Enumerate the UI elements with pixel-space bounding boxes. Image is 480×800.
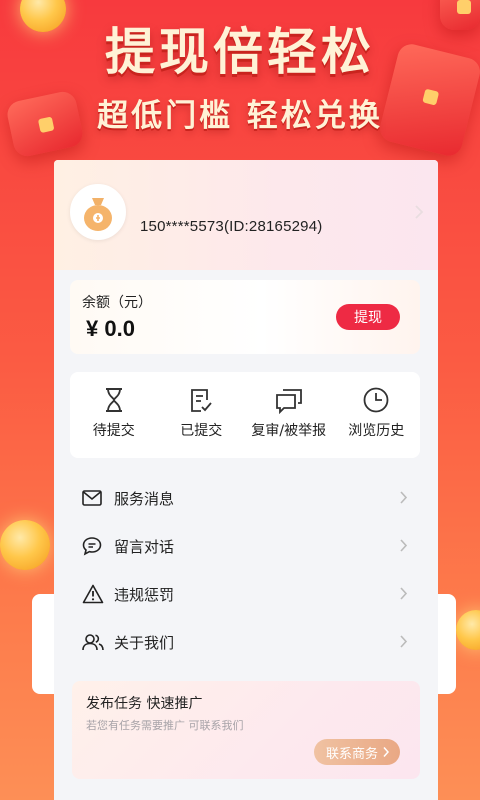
chevron-right-icon: [399, 538, 408, 553]
promo-banner: 发布任务 快速推广 若您有任务需要推广 可联系我们 联系商务: [72, 681, 420, 779]
menu-item-label: 留言对话: [114, 537, 175, 556]
quick-action-pending[interactable]: 待提交: [70, 372, 158, 458]
profile-header[interactable]: 150****5573(ID:28165294): [54, 160, 438, 270]
hero-title: 提现倍轻松: [105, 23, 375, 81]
coin-decoration: [0, 520, 50, 570]
quick-action-label: 已提交: [180, 423, 223, 439]
mail-icon: [82, 490, 108, 506]
quick-action-label: 浏览历史: [348, 423, 405, 439]
user-id: 150****5573(ID:28165294): [140, 218, 323, 235]
promo-title: 发布任务 快速推广: [86, 696, 203, 712]
menu-item-service-messages[interactable]: 服务消息: [70, 474, 420, 522]
hero-subtitle: 超低门槛 轻松兑换: [97, 98, 383, 134]
menu-item-label: 违规惩罚: [114, 585, 175, 604]
money-bag-icon: [80, 192, 116, 232]
chevron-right-icon: [399, 586, 408, 601]
contact-business-label: 联系商务: [325, 745, 378, 761]
menu-list: 服务消息 留言对话 违规惩罚 关于我们: [70, 474, 420, 666]
quick-action-submitted[interactable]: 已提交: [158, 372, 246, 458]
submitted-doc-icon: [187, 386, 215, 414]
quick-action-review[interactable]: 复审/被举报: [245, 372, 333, 458]
menu-item-label: 关于我们: [114, 633, 175, 652]
menu-item-label: 服务消息: [114, 489, 175, 508]
coin-decoration: [456, 610, 480, 650]
chat-bubbles-icon: [274, 386, 304, 414]
warning-icon: [82, 584, 108, 604]
chevron-right-icon[interactable]: [414, 204, 424, 220]
chevron-right-icon: [399, 490, 408, 505]
menu-item-penalties[interactable]: 违规惩罚: [70, 570, 420, 618]
balance-panel: 余额（元） ¥ 0.0 提现: [70, 280, 420, 354]
users-icon: [82, 633, 108, 651]
quick-actions: 待提交 已提交 复审/被举报 浏览历史: [70, 372, 420, 458]
quick-action-label: 复审/被举报: [251, 423, 327, 439]
balance-label: 余额（元）: [82, 295, 152, 311]
avatar[interactable]: [70, 184, 126, 240]
menu-item-messages[interactable]: 留言对话: [70, 522, 420, 570]
message-icon: [82, 536, 108, 556]
quick-action-label: 待提交: [92, 423, 135, 439]
chevron-right-icon: [382, 746, 390, 758]
menu-item-about-us[interactable]: 关于我们: [70, 618, 420, 666]
promo-description: 若您有任务需要推广 可联系我们: [86, 719, 244, 732]
chevron-right-icon: [399, 634, 408, 649]
profile-card: 150****5573(ID:28165294) 余额（元） ¥ 0.0 提现 …: [54, 160, 438, 800]
clock-icon: [362, 386, 390, 414]
balance-value: ¥ 0.0: [86, 316, 135, 341]
contact-business-button[interactable]: 联系商务: [313, 739, 400, 765]
hourglass-icon: [101, 386, 127, 414]
withdraw-button[interactable]: 提现: [336, 304, 400, 330]
quick-action-history[interactable]: 浏览历史: [333, 372, 421, 458]
